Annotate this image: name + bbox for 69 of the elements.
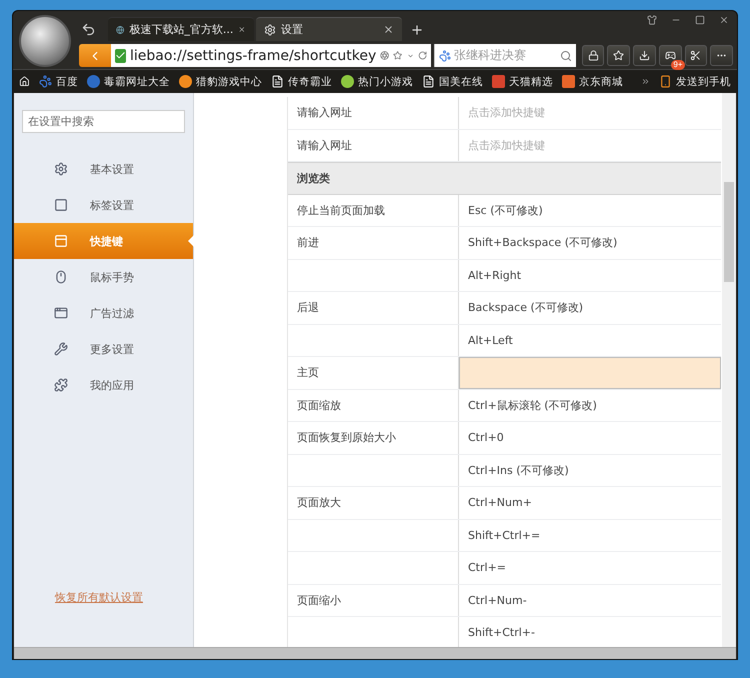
puzzle-icon xyxy=(54,378,68,392)
bookmark-link[interactable]: 猎豹游戏中心 xyxy=(178,74,262,88)
send-to-phone-link[interactable]: 发送到手机 xyxy=(659,74,731,88)
wrench-icon xyxy=(54,342,68,356)
close-icon[interactable] xyxy=(383,24,394,35)
bookmark-link[interactable]: 天猫精选 xyxy=(492,74,553,88)
mouse-icon xyxy=(54,270,68,284)
undo-icon[interactable] xyxy=(81,22,96,37)
settings-icon xyxy=(264,24,276,36)
circle-icon xyxy=(178,75,192,88)
logo-icon xyxy=(19,15,71,67)
bookmark-link[interactable]: 毒霸网址大全 xyxy=(86,74,170,88)
bookmark-link[interactable]: 国美在线 xyxy=(422,74,483,88)
star-button[interactable] xyxy=(607,45,630,66)
paw-icon xyxy=(38,75,52,88)
window-icon xyxy=(54,306,68,320)
refresh-icon[interactable] xyxy=(418,49,427,62)
new-tab-icon[interactable] xyxy=(410,23,424,37)
aperture-icon[interactable] xyxy=(380,49,390,62)
sidebar-item[interactable]: 我的应用 xyxy=(14,367,193,403)
lock-icon xyxy=(588,50,599,61)
bookmark-link[interactable]: 传奇霸业 xyxy=(270,74,332,88)
browser-tab[interactable]: 设置 xyxy=(256,17,402,41)
globe-icon xyxy=(116,24,124,36)
page-icon xyxy=(422,75,435,88)
circle-icon xyxy=(86,75,100,88)
address-field[interactable]: liebao://settings-frame/shortcutkey xyxy=(111,44,431,67)
skin-icon[interactable] xyxy=(647,15,657,25)
pointer-icon xyxy=(188,235,194,247)
square-icon xyxy=(492,75,505,88)
close-icon[interactable] xyxy=(719,15,729,25)
browser-tab[interactable]: 极速下载站_官方软... xyxy=(108,17,254,41)
settings-icon xyxy=(54,162,68,176)
lock-button[interactable] xyxy=(582,45,604,66)
scrollbar[interactable] xyxy=(722,93,736,647)
scroll-thumb[interactable] xyxy=(724,182,734,282)
paw-icon xyxy=(439,50,451,62)
square-icon xyxy=(54,198,68,212)
count-badge: 9+ xyxy=(671,60,685,70)
circle-icon xyxy=(340,75,354,88)
scissors-icon xyxy=(690,50,702,61)
search-field[interactable]: 在设置中搜索 xyxy=(22,110,185,133)
phone-icon xyxy=(659,75,672,88)
sidebar-item[interactable]: 鼠标手势 xyxy=(14,259,193,295)
maximize-icon[interactable] xyxy=(695,15,705,25)
sidebar-item[interactable]: 标签设置 xyxy=(14,187,193,223)
page-icon xyxy=(270,75,284,88)
section-header: 浏览类 xyxy=(288,162,721,194)
bookmark-link[interactable]: 百度 xyxy=(38,74,78,88)
gamepad-icon xyxy=(664,50,676,61)
search-icon[interactable] xyxy=(560,50,572,62)
sidebar-item[interactable]: 基本设置 xyxy=(14,151,193,187)
input-field[interactable] xyxy=(459,357,721,388)
bookmark-link[interactable]: 热门小游戏 xyxy=(340,74,413,88)
bookmark-link[interactable]: 京东商城 xyxy=(562,74,623,88)
sidebar-item[interactable]: 广告过滤 xyxy=(14,295,193,331)
download-icon xyxy=(638,50,650,61)
star-icon xyxy=(613,50,624,61)
home-icon[interactable] xyxy=(19,75,30,88)
panel-icon xyxy=(54,234,68,248)
sidebar-item[interactable]: 更多设置 xyxy=(14,331,193,367)
scissors-button[interactable] xyxy=(684,45,708,66)
chevrons-icon[interactable] xyxy=(640,76,650,87)
download-button[interactable] xyxy=(633,45,656,66)
scrollbar[interactable] xyxy=(14,647,736,659)
close-icon[interactable] xyxy=(238,24,246,35)
square-icon xyxy=(562,75,575,88)
check-icon xyxy=(115,48,126,62)
star-icon[interactable] xyxy=(393,49,403,62)
